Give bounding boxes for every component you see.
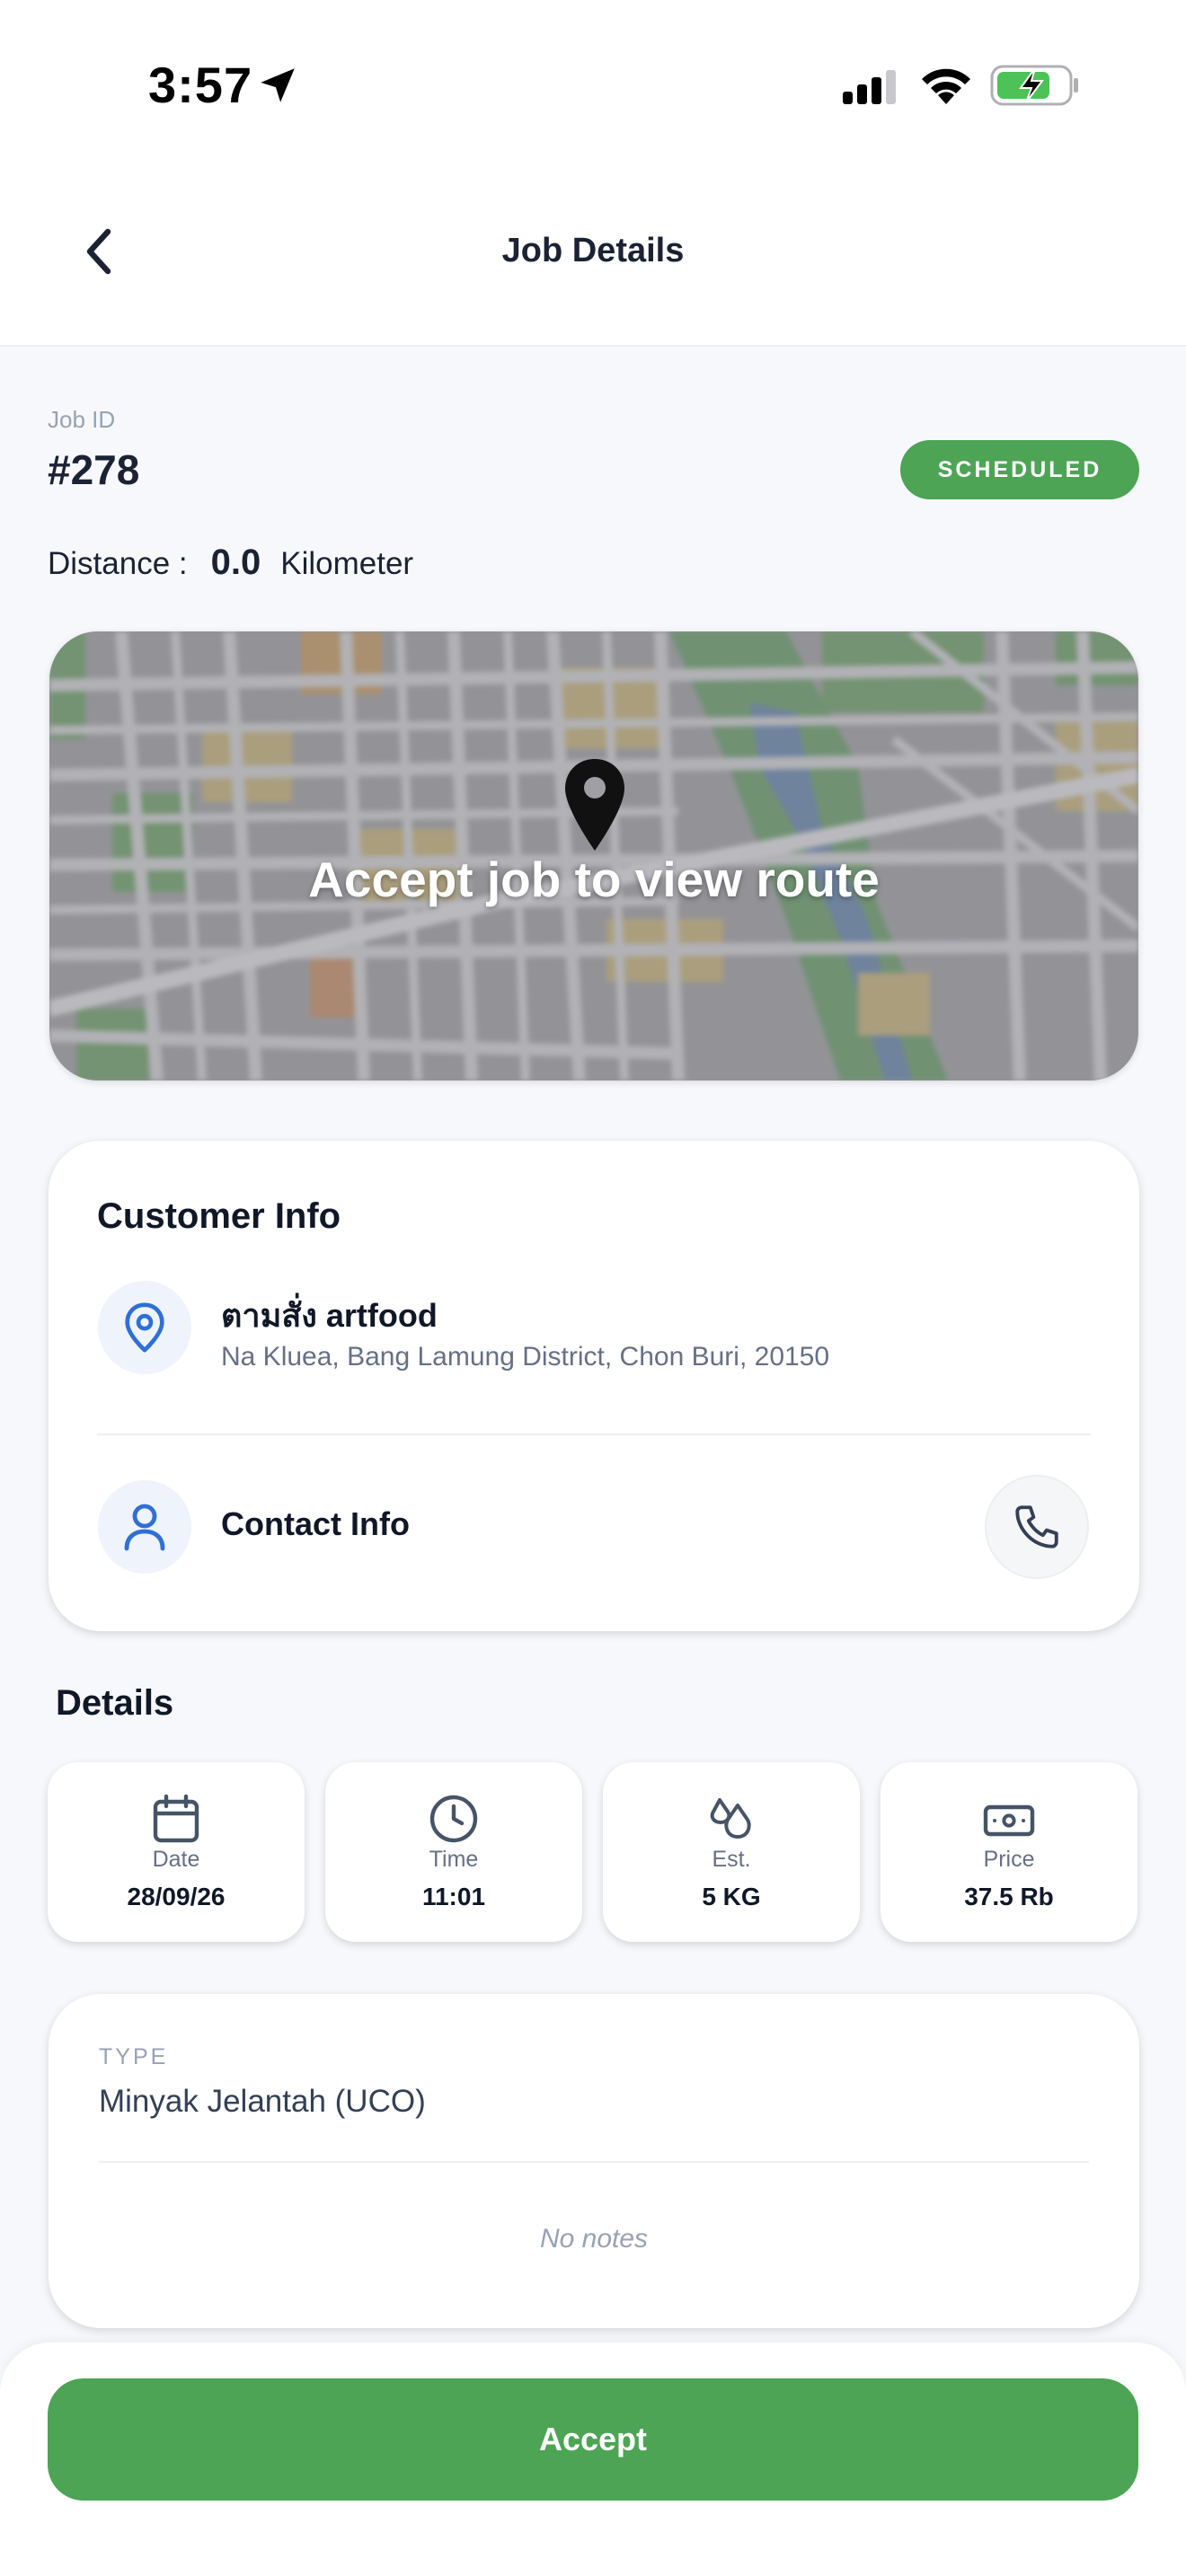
estimate-tile: Est. 5 KG [603, 1762, 860, 1942]
contact-info-label: Contact Info [221, 1505, 410, 1542]
distance-row: Distance : 0.0 Kilometer [48, 543, 413, 583]
location-arrow-icon [261, 68, 295, 102]
type-value: Minyak Jelantah (UCO) [99, 2084, 426, 2119]
app-header: Job Details [0, 171, 1186, 347]
accept-button[interactable]: Accept [48, 2378, 1138, 2501]
time-value: 11:01 [421, 1883, 486, 1910]
time-label: Time [429, 1847, 479, 1872]
location-icon-badge [98, 1281, 191, 1374]
distance-label: Distance : [48, 546, 188, 581]
battery-charging-icon [990, 65, 1078, 106]
date-label: Date [152, 1847, 200, 1872]
price-label: Price [983, 1847, 1035, 1872]
map-locked-message: Accept job to view route [308, 851, 880, 907]
divider [99, 2161, 1089, 2163]
customer-info-title: Customer Info [97, 1196, 341, 1236]
price-value: 37.5 Rb [964, 1883, 1054, 1910]
divider [97, 1434, 1091, 1435]
notes-text: No notes [539, 2224, 649, 2254]
user-icon [124, 1504, 165, 1551]
droplets-icon [710, 1798, 751, 1839]
price-tile: Price 37.5 Rb [881, 1762, 1137, 1942]
cellular-signal-icon [843, 70, 896, 104]
status-bar: 3:57 [0, 0, 1186, 171]
distance-value: 0.0 [210, 543, 261, 582]
clock-icon [429, 1795, 478, 1843]
customer-address: Na Kluea, Bang Lamung District, Chon Bur… [221, 1342, 830, 1372]
map-pin-icon [565, 759, 624, 851]
customer-info-card: Customer Info ตามสั่ง artfood Na Kluea, … [49, 1141, 1139, 1631]
date-tile: Date 28/09/26 [48, 1762, 305, 1942]
time-tile: Time 11:01 [325, 1762, 582, 1942]
page-title: Job Details [501, 232, 685, 269]
map-pin-outline-icon [125, 1302, 164, 1353]
banknote-icon [983, 1804, 1035, 1837]
job-id: #278 [48, 446, 140, 493]
details-title: Details [56, 1683, 174, 1723]
status-time: 3:57 [148, 57, 253, 113]
wifi-icon [922, 68, 970, 104]
job-id-label: Job ID [48, 406, 116, 433]
calendar-icon [153, 1794, 199, 1843]
estimate-value: 5 KG [702, 1883, 761, 1910]
call-button[interactable] [985, 1475, 1089, 1579]
type-label: TYPE [99, 2044, 169, 2069]
route-map[interactable]: Accept job to view route [49, 631, 1138, 1081]
estimate-label: Est. [712, 1847, 751, 1872]
customer-name: ตามสั่ง artfood [221, 1297, 438, 1334]
status-badge: SCHEDULED [900, 440, 1139, 499]
date-value: 28/09/26 [127, 1883, 226, 1910]
bottom-action-bar: Accept [0, 2342, 1186, 2576]
phone-icon [1015, 1505, 1058, 1548]
type-card: TYPE Minyak Jelantah (UCO) No notes [49, 1994, 1139, 2328]
distance-unit: Kilometer [280, 546, 414, 581]
contact-icon-badge [98, 1480, 191, 1574]
